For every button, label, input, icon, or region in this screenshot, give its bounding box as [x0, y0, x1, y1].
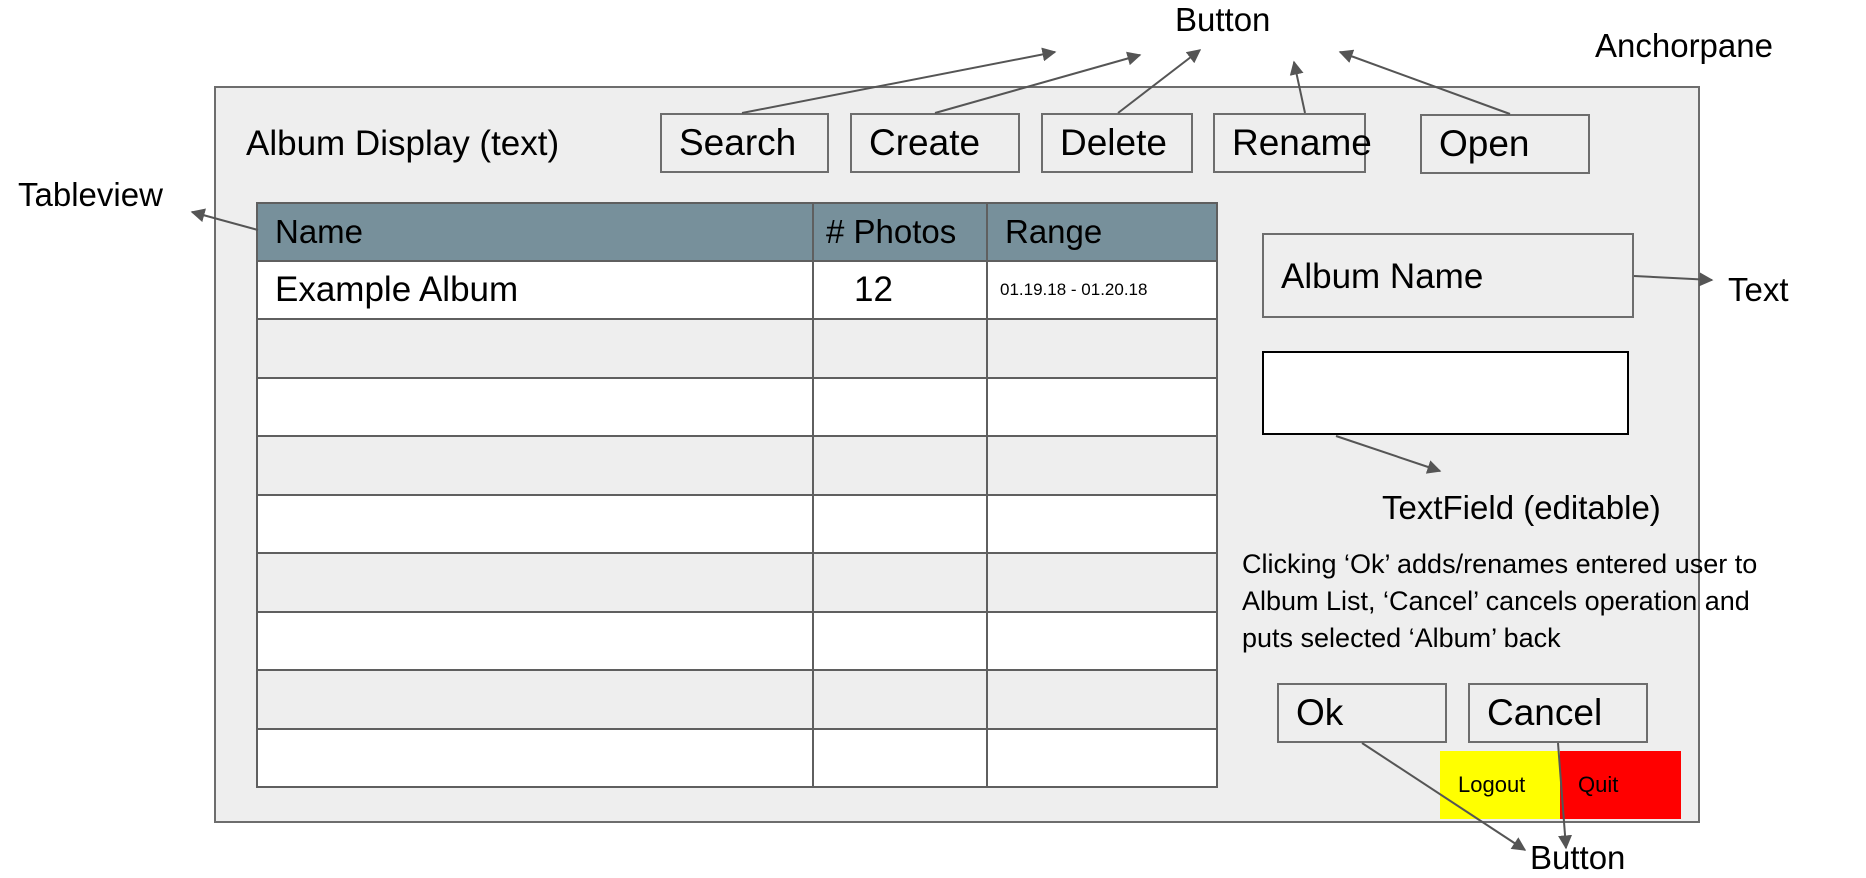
arrow-search	[741, 47, 1057, 114]
arrow-ok	[1361, 742, 1527, 851]
arrow-create	[934, 51, 1142, 114]
arrow-delete	[1117, 49, 1202, 114]
arrow-textfield	[1335, 435, 1442, 474]
arrow-cancel	[1557, 742, 1573, 850]
arrow-text	[1633, 272, 1714, 287]
annotation-arrows	[190, 47, 1714, 851]
arrow-open	[1338, 49, 1511, 115]
arrow-tableview	[190, 208, 259, 231]
arrow-rename	[1289, 60, 1306, 114]
